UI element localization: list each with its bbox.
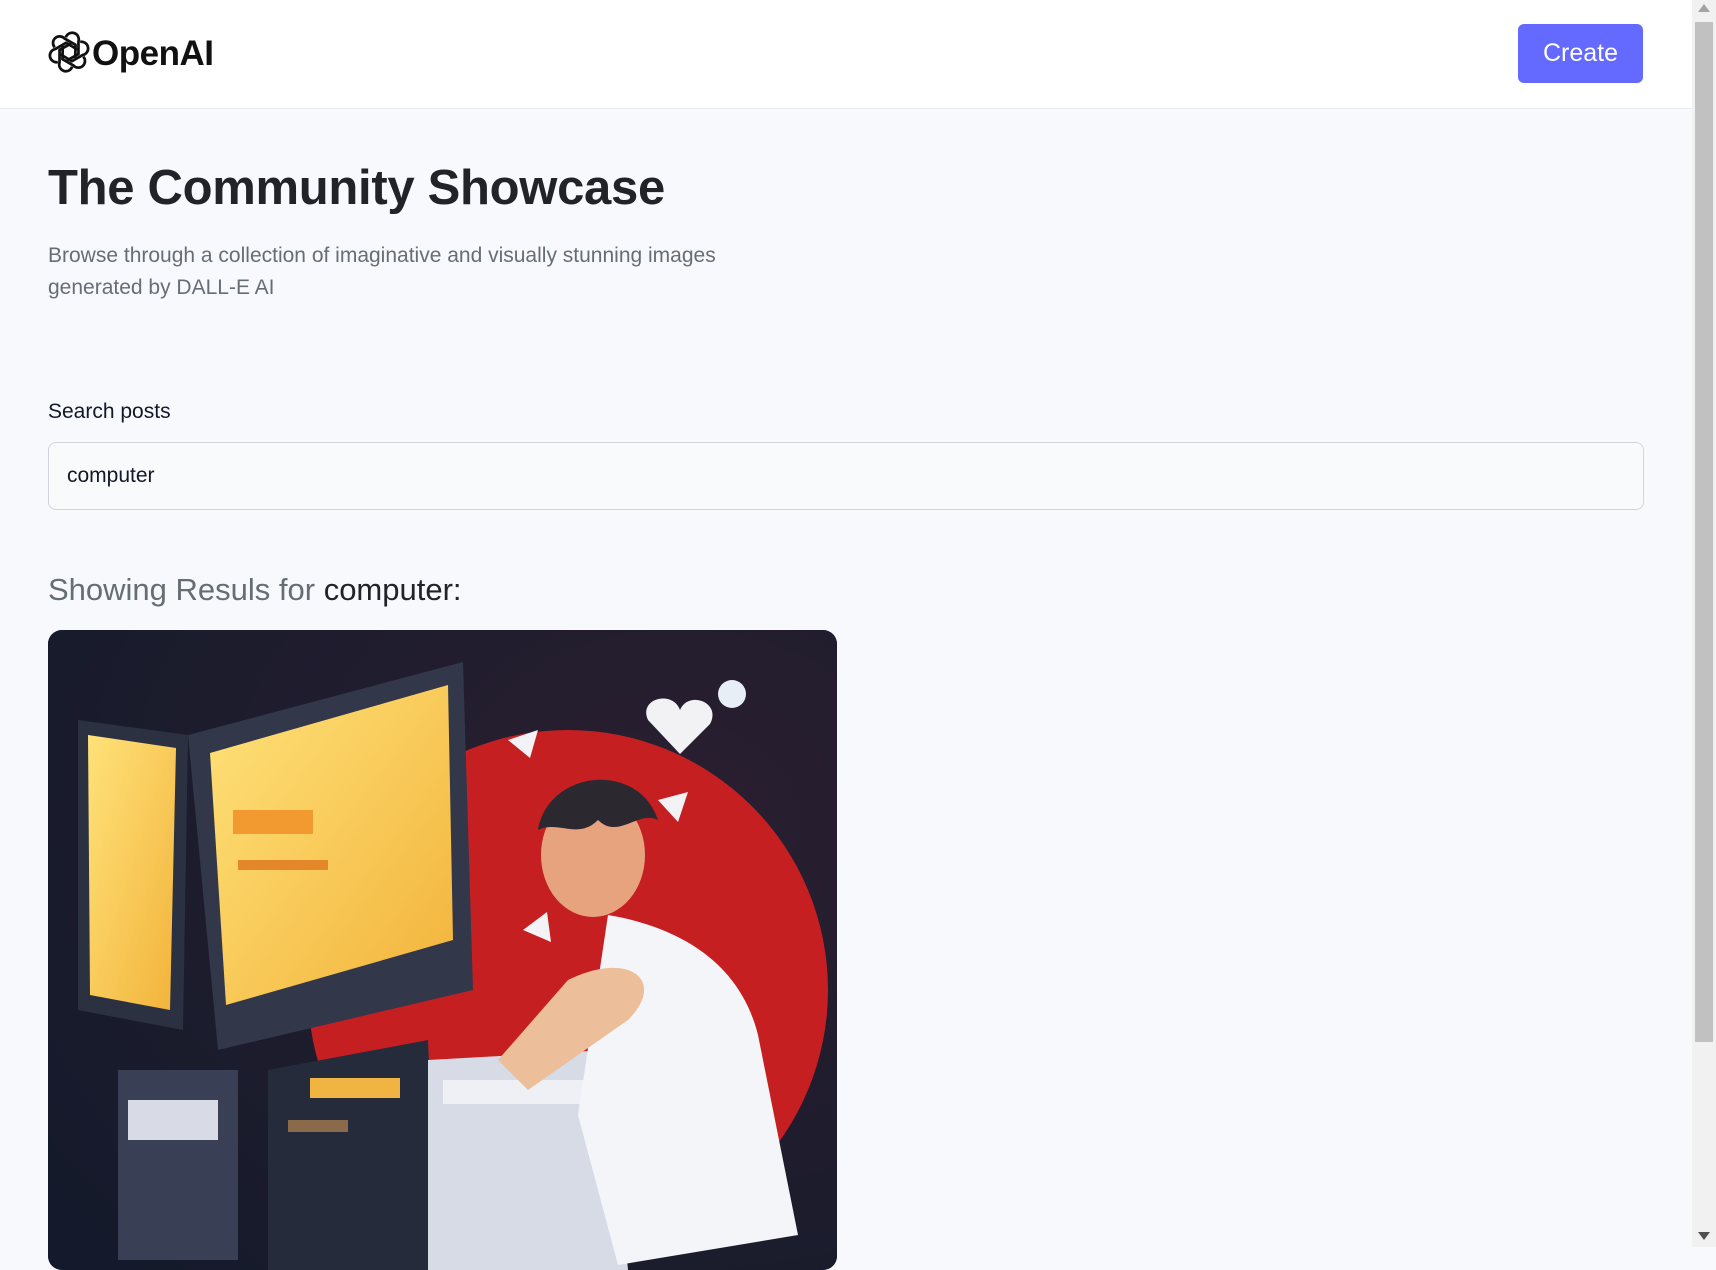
image-card[interactable] [48, 630, 837, 1270]
results-heading: Showing Resuls for computer: [48, 572, 462, 608]
scroll-up-arrow-icon[interactable] [1698, 4, 1710, 12]
search-label: Search posts [48, 400, 171, 423]
page-title: The Community Showcase [48, 161, 665, 215]
results-suffix: : [452, 572, 462, 607]
logo-link[interactable]: OpenAI [48, 30, 214, 78]
generated-image [48, 630, 837, 1270]
scroll-thumb[interactable] [1695, 22, 1713, 1042]
site-header: OpenAI Create [0, 0, 1692, 109]
results-prefix: Showing Resuls for [48, 572, 324, 607]
results-query: computer [323, 572, 453, 607]
create-button[interactable]: Create [1518, 24, 1643, 83]
vertical-scrollbar[interactable] [1692, 0, 1716, 1247]
page-subtitle: Browse through a collection of imaginati… [48, 244, 716, 299]
openai-logo-icon [48, 30, 90, 78]
search-input[interactable] [48, 442, 1644, 510]
scroll-down-arrow-icon[interactable] [1698, 1232, 1710, 1240]
logo-text: OpenAI [92, 34, 214, 73]
